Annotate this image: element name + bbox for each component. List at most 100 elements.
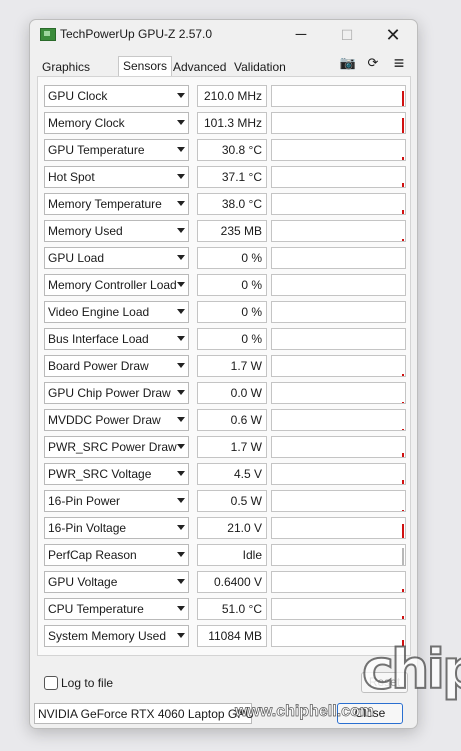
sensor-row: Memory Temperature 38.0 °C [44, 193, 406, 215]
sensor-name: PWR_SRC Voltage [48, 467, 152, 481]
sensor-value-field: 1.7 W [197, 436, 267, 458]
sensor-graph [271, 409, 406, 431]
sensor-name-dropdown[interactable]: MVDDC Power Draw [44, 409, 189, 431]
sensor-name-dropdown[interactable]: Memory Temperature [44, 193, 189, 215]
sensor-name-dropdown[interactable]: System Memory Used [44, 625, 189, 647]
sensor-name-dropdown[interactable]: Memory Controller Load [44, 274, 189, 296]
sensor-value: 0 % [241, 278, 262, 292]
sensor-name: Memory Controller Load [48, 278, 177, 292]
sensor-value: 11084 MB [208, 629, 262, 643]
chiphell-watermark-logo: chip [361, 638, 461, 701]
sensor-row: Memory Controller Load 0 % [44, 274, 406, 296]
sensor-name-dropdown[interactable]: PerfCap Reason [44, 544, 189, 566]
sensor-row: Memory Clock 101.3 MHz [44, 112, 406, 134]
sensor-row: GPU Clock 210.0 MHz [44, 85, 406, 107]
sensor-name-dropdown[interactable]: GPU Voltage [44, 571, 189, 593]
sensor-graph [271, 193, 406, 215]
sensor-graph [271, 166, 406, 188]
tab-sensors[interactable]: Sensors [118, 56, 173, 77]
sensor-row: GPU Temperature 30.8 °C [44, 139, 406, 161]
camera-icon[interactable]: 📷 [339, 54, 357, 72]
menu-icon[interactable]: ≡ [390, 54, 408, 72]
sensor-graph-bar [402, 510, 404, 511]
sensor-value-field: 0.5 W [197, 490, 267, 512]
sensor-name: Video Engine Load [48, 305, 150, 319]
sensor-value: 37.1 °C [221, 170, 262, 184]
sensor-row: System Memory Used 11084 MB [44, 625, 406, 647]
chevron-down-icon [177, 606, 185, 611]
chevron-down-icon [177, 201, 185, 206]
chevron-down-icon [177, 336, 185, 341]
tab-advanced[interactable]: Advanced [169, 58, 230, 76]
sensor-graph [271, 328, 406, 350]
sensor-value-field: 0.0 W [197, 382, 267, 404]
title-bar[interactable]: TechPowerUp GPU-Z 2.57.0 ─ ☐ ✕ [30, 20, 417, 50]
sensor-name: PWR_SRC Power Draw [48, 440, 177, 454]
chevron-down-icon [177, 309, 185, 314]
sensor-graph [271, 544, 406, 566]
sensor-row: PWR_SRC Power Draw 1.7 W [44, 436, 406, 458]
sensor-value: 0.5 W [230, 494, 262, 508]
maximize-button[interactable]: ☐ [324, 20, 370, 50]
sensor-name-dropdown[interactable]: Board Power Draw [44, 355, 189, 377]
sensor-row: PerfCap Reason Idle [44, 544, 406, 566]
chevron-down-icon [177, 93, 185, 98]
sensor-value: 21.0 V [227, 521, 262, 535]
sensor-name-dropdown[interactable]: GPU Clock [44, 85, 189, 107]
chevron-down-icon [177, 444, 185, 449]
sensor-name-dropdown[interactable]: 16-Pin Power [44, 490, 189, 512]
tab-graphics-card[interactable]: Graphics Card [38, 58, 94, 92]
sensor-name: Memory Temperature [48, 197, 162, 211]
sensor-row: GPU Load 0 % [44, 247, 406, 269]
sensor-value-field: 21.0 V [197, 517, 267, 539]
sensor-graph [271, 139, 406, 161]
sensor-name: GPU Load [48, 251, 105, 265]
sensor-name-dropdown[interactable]: Memory Clock [44, 112, 189, 134]
sensor-name: 16-Pin Power [48, 494, 121, 508]
close-window-button[interactable]: ✕ [370, 20, 416, 50]
sensor-name-dropdown[interactable]: Memory Used [44, 220, 189, 242]
sensor-value: 101.3 MHz [203, 116, 262, 130]
tab-validation[interactable]: Validation [230, 58, 290, 76]
sensor-value-field: 0.6400 V [197, 571, 267, 593]
sensor-name-dropdown[interactable]: GPU Load [44, 247, 189, 269]
minimize-button[interactable]: ─ [278, 20, 324, 50]
gpu-z-window: TechPowerUp GPU-Z 2.57.0 ─ ☐ ✕ Graphics … [29, 19, 418, 729]
window-title: TechPowerUp GPU-Z 2.57.0 [60, 27, 213, 41]
gpu-select-dropdown[interactable]: NVIDIA GeForce RTX 4060 Laptop GPU [34, 703, 254, 724]
sensor-graph-bar [402, 480, 404, 484]
sensor-name-dropdown[interactable]: CPU Temperature [44, 598, 189, 620]
sensor-value: 51.0 °C [221, 602, 262, 616]
chevron-down-icon [177, 417, 185, 422]
sensor-value-field: 0 % [197, 274, 267, 296]
sensor-row: 16-Pin Power 0.5 W [44, 490, 406, 512]
sensor-name-dropdown[interactable]: Bus Interface Load [44, 328, 189, 350]
sensor-name-dropdown[interactable]: GPU Chip Power Draw [44, 382, 189, 404]
sensor-row: 16-Pin Voltage 21.0 V [44, 517, 406, 539]
sensor-name-dropdown[interactable]: PWR_SRC Voltage [44, 463, 189, 485]
sensor-graph-bar [402, 157, 404, 160]
sensor-name-dropdown[interactable]: Hot Spot [44, 166, 189, 188]
sensor-value-field: 51.0 °C [197, 598, 267, 620]
sensor-graph-bar [402, 548, 404, 565]
sensor-name-dropdown[interactable]: GPU Temperature [44, 139, 189, 161]
chevron-down-icon [177, 498, 185, 503]
sensor-name-dropdown[interactable]: PWR_SRC Power Draw [44, 436, 189, 458]
sensor-graph-bar [402, 239, 404, 241]
sensor-value: 0 % [241, 332, 262, 346]
sensor-graph [271, 112, 406, 134]
sensor-name-dropdown[interactable]: 16-Pin Voltage [44, 517, 189, 539]
sensor-value: 4.5 V [233, 467, 262, 481]
sensor-graph [271, 301, 406, 323]
sensor-name: MVDDC Power Draw [48, 413, 161, 427]
chevron-down-icon [177, 228, 185, 233]
sensor-name-dropdown[interactable]: Video Engine Load [44, 301, 189, 323]
log-to-file-checkbox[interactable] [44, 676, 58, 690]
sensor-row: MVDDC Power Draw 0.6 W [44, 409, 406, 431]
refresh-icon[interactable]: ⟳ [364, 54, 382, 72]
sensor-graph-bar [402, 616, 404, 619]
sensor-row: Bus Interface Load 0 % [44, 328, 406, 350]
chevron-down-icon [177, 579, 185, 584]
sensor-value-field: 1.7 W [197, 355, 267, 377]
sensor-name: Bus Interface Load [48, 332, 149, 346]
